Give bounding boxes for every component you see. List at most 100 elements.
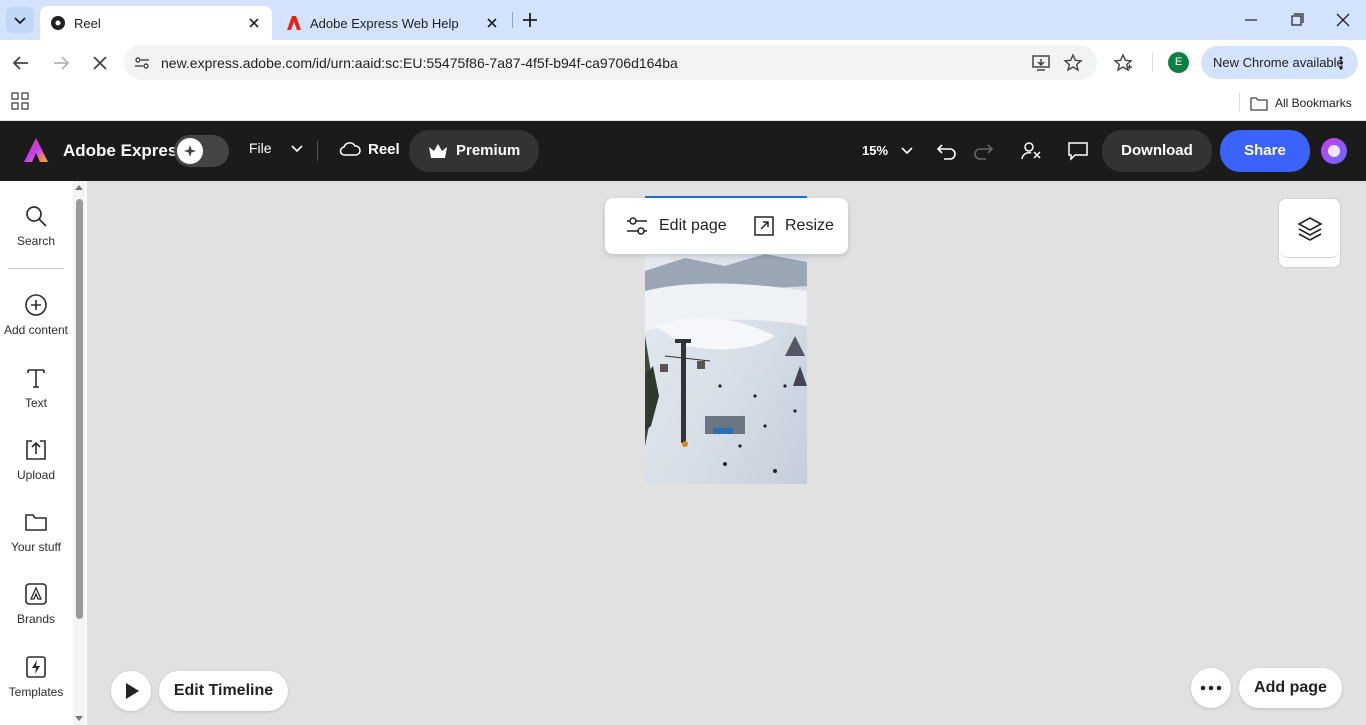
adobe-express-favicon-icon [51,16,65,30]
rail-item-your-stuff[interactable]: Your stuff [0,510,72,554]
upload-icon [26,440,46,460]
site-settings-icon[interactable] [134,55,150,71]
url-text: new.express.adobe.com/id/urn:aaid:sc:EU:… [161,55,678,71]
avatar[interactable] [1321,138,1347,164]
edit-timeline-label: Edit Timeline [173,682,274,699]
resize-label: Resize [785,217,834,234]
redo-icon[interactable] [972,141,994,161]
stop-loading-icon[interactable] [89,52,111,74]
add-page-label: Add page [1254,679,1327,696]
scroll-up-arrow-icon[interactable] [75,184,83,192]
comment-icon[interactable] [1067,141,1089,161]
doc-name-label: Reel [368,140,400,158]
close-tab-icon[interactable] [484,15,500,31]
brand-name: Adobe Express [63,141,187,160]
resize-icon [754,216,774,236]
rail-label: Templates [8,685,64,699]
install-app-icon[interactable] [1031,53,1051,73]
crown-icon [429,144,447,158]
rail-label: Add content [3,323,69,337]
edit-page-label: Edit page [659,217,727,234]
folder-icon [25,514,47,531]
edit-timeline-button[interactable]: Edit Timeline [159,671,288,711]
tab-search-button[interactable] [6,7,34,33]
sparkle-icon [184,145,196,157]
rail-label: Search [16,234,56,248]
share-label: Share [1244,142,1286,159]
undo-icon[interactable] [936,141,958,161]
restore-icon[interactable] [1288,12,1306,28]
address-bar[interactable]: new.express.adobe.com/id/urn:aaid:sc:EU:… [124,45,1097,80]
brand-icon [25,583,47,605]
zoom-dropdown[interactable]: 15% [862,142,915,158]
header-divider [317,141,318,161]
apps-grid-icon[interactable] [11,92,29,110]
scroll-down-arrow-icon[interactable] [75,714,83,722]
zoom-value: 15% [862,142,889,158]
adobe-logo-icon [287,16,301,30]
favorites-icon[interactable] [1113,53,1133,73]
file-menu[interactable]: File [249,140,305,156]
premium-button[interactable]: Premium [409,130,539,172]
all-bookmarks-button[interactable]: All Bookmarks [1250,91,1352,115]
rail-label: Text [24,396,47,410]
rail-item-text[interactable]: Text [0,366,72,410]
tab-reel[interactable]: Reel [40,6,272,40]
download-button[interactable]: Download [1102,130,1212,172]
resize-button[interactable]: Resize [753,215,834,237]
more-options-button[interactable] [1191,668,1231,708]
text-icon [27,369,45,388]
premium-label: Premium [456,142,521,159]
templates-icon [26,656,46,678]
rail-item-add-content[interactable]: Add content [0,293,72,337]
rail-label: Your stuff [10,540,62,554]
tab-adobe-help[interactable]: Adobe Express Web Help [276,6,510,40]
update-label: New Chrome available [1213,55,1344,70]
rail-scrollbar-thumb[interactable] [76,199,83,619]
rail-item-search[interactable]: Search [0,204,72,248]
invite-collaborator-icon[interactable] [1020,140,1042,162]
back-arrow-icon[interactable] [10,52,32,74]
more-vertical-icon[interactable] [1338,55,1344,71]
rail-label: Brands [16,612,56,626]
rail-label: Upload [16,468,56,482]
bookmark-star-icon[interactable] [1063,53,1083,73]
document-name[interactable]: Reel [339,140,400,158]
rail-item-brands[interactable]: Brands [0,582,72,626]
browser-toolbar: new.express.adobe.com/id/urn:aaid:sc:EU:… [0,40,1366,85]
new-tab-icon[interactable] [520,10,540,30]
close-tab-icon[interactable] [246,15,262,31]
file-label: File [249,140,272,156]
rail-item-templates[interactable]: Templates [0,655,72,699]
chevron-down-icon [14,17,26,25]
close-window-icon[interactable] [1334,12,1352,28]
toggle-knob [177,138,203,164]
ai-mode-toggle[interactable] [174,135,229,167]
profile-avatar[interactable]: E [1168,52,1189,73]
tab-title: Reel [74,15,101,31]
plus-circle-icon [25,294,47,316]
edit-page-button[interactable]: Edit page [625,215,727,237]
layers-icon [1297,217,1323,241]
minimize-icon[interactable] [1242,12,1260,28]
browser-tab-strip: Reel Adobe Express Web Help [0,0,1366,40]
left-rail: Search Add content Text Upload Your stuf… [0,181,87,725]
page-actions-popover: Edit page Resize [605,198,848,254]
all-bookmarks-label: All Bookmarks [1275,96,1352,110]
layers-card [1280,200,1339,258]
update-chrome-button[interactable]: New Chrome available [1201,46,1358,79]
download-label: Download [1121,142,1193,159]
rail-item-upload[interactable]: Upload [0,438,72,482]
chevron-down-icon [290,145,303,153]
sliders-icon [627,217,647,235]
search-icon [26,206,47,227]
layers-panel-button[interactable] [1278,198,1341,268]
bookmarks-bar: All Bookmarks [0,85,1366,121]
adobe-express-logo-icon[interactable] [23,137,49,163]
play-button[interactable] [111,671,151,711]
canvas-area[interactable]: Edit page Resize Edit Timeline Add page [87,181,1366,725]
more-horizontal-icon [1200,685,1222,691]
share-button[interactable]: Share [1220,130,1310,172]
add-page-button[interactable]: Add page [1239,668,1342,708]
forward-arrow-icon[interactable] [50,52,72,74]
